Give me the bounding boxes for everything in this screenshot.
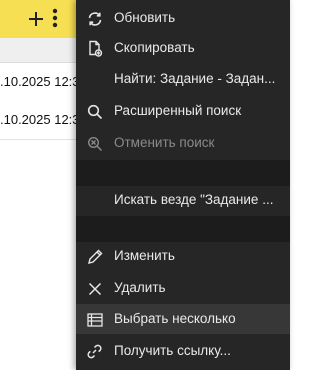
- list-header: [0, 38, 76, 63]
- cancel-search-icon: [86, 135, 103, 152]
- add-icon[interactable]: [29, 12, 43, 26]
- close-icon: [86, 280, 103, 297]
- menu-item-label: Расширенный поиск: [114, 103, 242, 118]
- more-icon[interactable]: [52, 8, 58, 28]
- menu-item-label: Изменить: [114, 248, 175, 263]
- row-date: .10.2025 12:3: [0, 112, 76, 127]
- menu-item-label: Искать везде "Задание ...: [114, 192, 274, 207]
- row-date: .10.2025 12:3: [0, 74, 76, 89]
- pencil-icon: [86, 248, 103, 265]
- copy-icon: [86, 40, 103, 57]
- menu-item-label: Отменить поиск: [114, 135, 215, 150]
- menu-separator: [76, 216, 290, 242]
- menu-item-label: Выбрать несколько: [114, 311, 236, 326]
- menu-item-cancel-search[interactable]: Отменить поиск: [76, 128, 290, 158]
- menu-item-get-link[interactable]: Получить ссылку...: [76, 336, 290, 366]
- menu-item-select-multiple[interactable]: Выбрать несколько: [76, 304, 290, 334]
- link-icon: [86, 343, 103, 360]
- menu-item-edit[interactable]: Изменить: [76, 241, 290, 271]
- menu-item-label: Скопировать: [114, 40, 195, 55]
- menu-item-label: Удалить: [114, 280, 166, 295]
- menu-item-delete[interactable]: Удалить: [76, 273, 290, 303]
- menu-item-label: Найти: Задание - Задан...: [114, 71, 276, 86]
- menu-item-advanced-search[interactable]: Расширенный поиск: [76, 96, 290, 126]
- list-icon: [86, 311, 103, 328]
- menu-item-search-everywhere[interactable]: Искать везде "Задание ...: [76, 185, 290, 215]
- context-menu: Обновить Скопировать Найти: Задание - За…: [76, 0, 290, 370]
- menu-item-find[interactable]: Найти: Задание - Задан...: [76, 64, 290, 94]
- menu-item-refresh[interactable]: Обновить: [76, 3, 290, 33]
- list-item[interactable]: .10.2025 12:3: [0, 63, 76, 102]
- menu-item-copy[interactable]: Скопировать: [76, 33, 290, 63]
- list-item[interactable]: .10.2025 12:3: [0, 101, 76, 140]
- refresh-icon: [86, 10, 103, 27]
- search-icon: [86, 103, 103, 120]
- menu-item-label: Обновить: [114, 10, 176, 25]
- menu-separator: [76, 160, 290, 186]
- menu-item-label: Получить ссылку...: [114, 343, 231, 358]
